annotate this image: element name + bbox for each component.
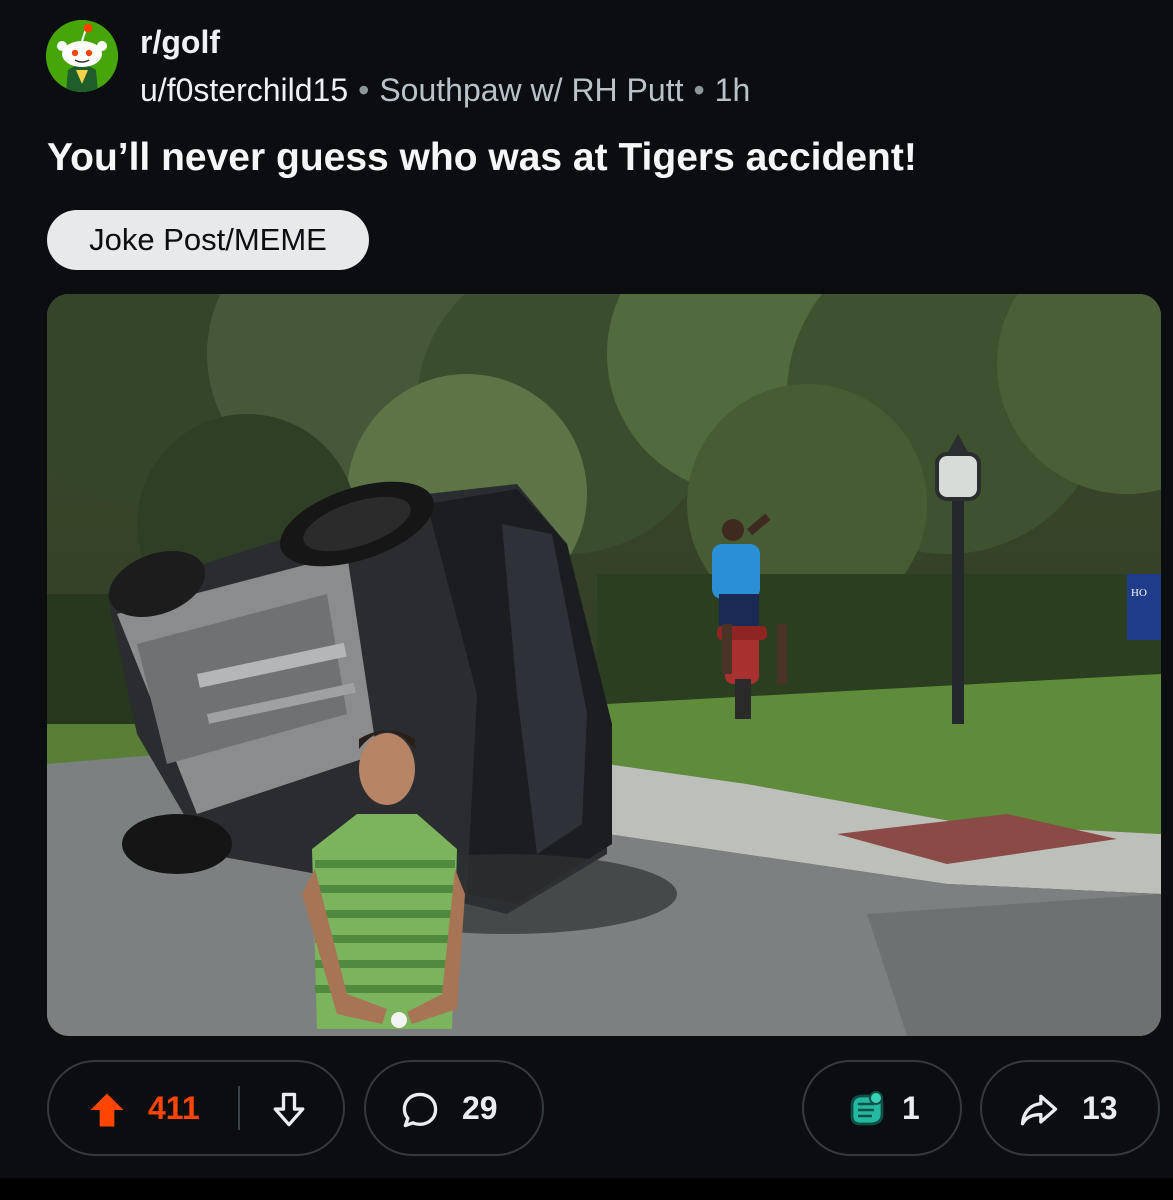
snoo-icon xyxy=(46,20,118,92)
arrow-up-icon[interactable] xyxy=(85,1088,129,1132)
share-count: 13 xyxy=(1082,1090,1118,1126)
post-age: 1h xyxy=(714,72,751,108)
post-title[interactable]: You’ll never guess who was at Tigers acc… xyxy=(47,136,917,180)
arrow-down-icon[interactable] xyxy=(267,1088,311,1132)
sign-text: HO xyxy=(1131,587,1147,599)
author-name[interactable]: u/f0sterchild15 xyxy=(140,72,348,108)
bottom-bar xyxy=(0,1178,1173,1200)
meta-separator: • xyxy=(693,72,705,108)
award-button[interactable]: 1 xyxy=(802,1060,962,1156)
share-arrow-icon xyxy=(1020,1094,1058,1126)
comment-count: 29 xyxy=(462,1090,498,1126)
comment-button[interactable]: 29 xyxy=(364,1060,544,1156)
share-button[interactable]: 13 xyxy=(980,1060,1160,1156)
post-flair-chip[interactable]: Joke Post/MEME xyxy=(47,210,369,270)
vote-divider xyxy=(238,1086,240,1130)
subreddit-avatar[interactable] xyxy=(46,20,118,92)
post-image[interactable]: HO xyxy=(47,294,1161,1036)
upvote-count: 411 xyxy=(148,1090,200,1126)
subreddit-name[interactable]: r/golf xyxy=(140,24,220,61)
user-flair: Southpaw w/ RH Putt xyxy=(379,72,684,108)
award-hand-icon xyxy=(850,1091,884,1126)
vote-group: 411 xyxy=(47,1060,345,1156)
post-meta: u/f0sterchild15 • Southpaw w/ RH Putt • 1h xyxy=(140,72,750,109)
speech-bubble-icon xyxy=(402,1092,438,1128)
meta-separator: • xyxy=(358,72,370,108)
post-header: r/golf u/f0sterchild15 • Southpaw w/ RH Pu… xyxy=(46,14,1146,108)
award-count: 1 xyxy=(902,1090,920,1126)
accident-scene-image: HO xyxy=(47,294,1161,1036)
